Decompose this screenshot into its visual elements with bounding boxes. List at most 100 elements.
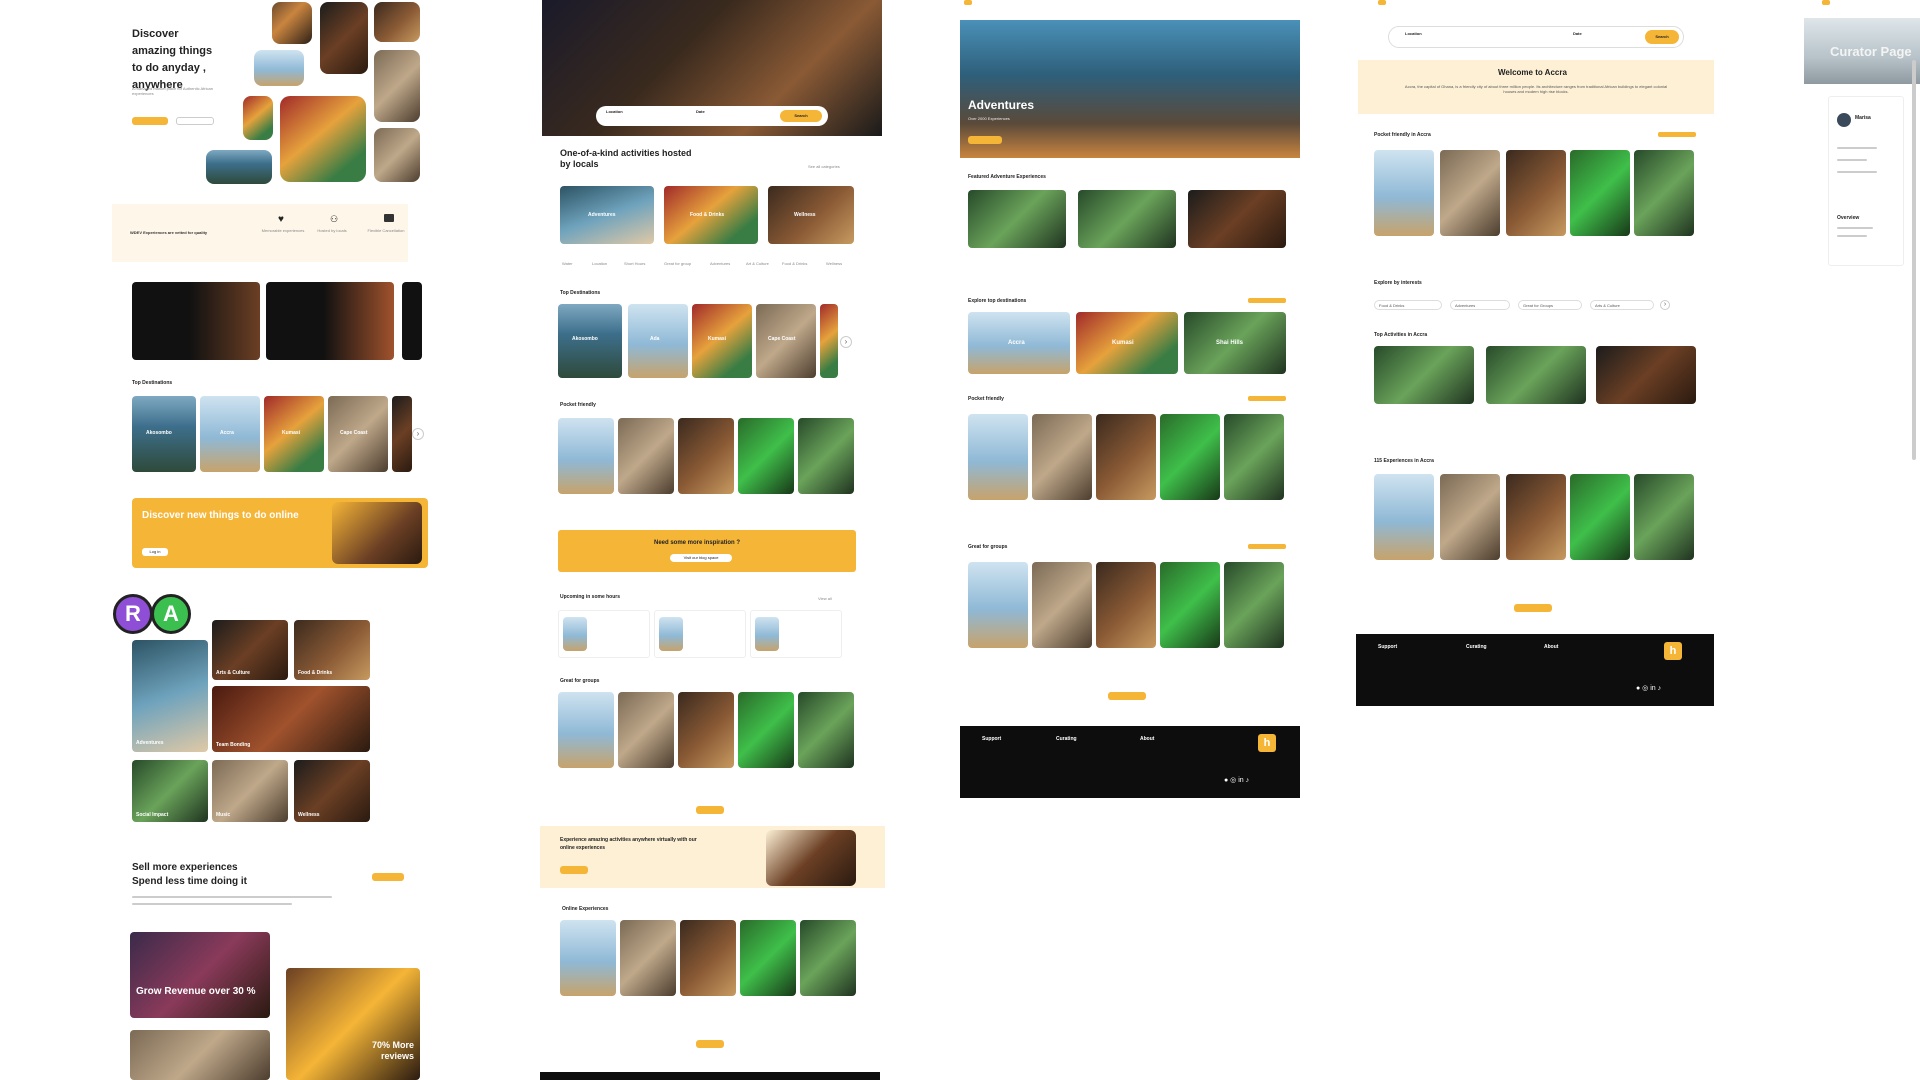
scrollbar[interactable] bbox=[1912, 60, 1916, 460]
experience-card-image[interactable] bbox=[1506, 150, 1566, 236]
promo-card[interactable] bbox=[266, 282, 394, 360]
groups-see-all[interactable] bbox=[1248, 544, 1286, 549]
filter-chip[interactable]: Art & Culture bbox=[746, 261, 769, 266]
destination-card[interactable] bbox=[392, 396, 412, 472]
destination-card[interactable]: Kumasi bbox=[692, 304, 752, 378]
load-more-button[interactable] bbox=[1108, 692, 1146, 700]
chevron-right-icon[interactable]: › bbox=[412, 428, 424, 440]
destination-card[interactable]: Akosombo bbox=[132, 396, 196, 472]
experience-card-image[interactable] bbox=[1160, 414, 1220, 500]
experience-card-image[interactable] bbox=[800, 920, 856, 996]
experience-card-image[interactable] bbox=[1440, 474, 1500, 560]
social-icons[interactable]: ● ◎ in ♪ bbox=[1224, 776, 1249, 784]
experience-card-image[interactable] bbox=[968, 414, 1028, 500]
filter-chip[interactable]: Food & Drinks bbox=[782, 261, 807, 266]
interest-chip[interactable]: Adventures bbox=[1450, 300, 1510, 310]
destination-card[interactable]: Cape Coast bbox=[328, 396, 388, 472]
experience-card-image[interactable] bbox=[1634, 474, 1694, 560]
chevron-right-icon[interactable]: › bbox=[1660, 300, 1670, 310]
experience-card-image[interactable] bbox=[1634, 150, 1694, 236]
logo-icon[interactable] bbox=[1822, 0, 1830, 5]
load-more-button[interactable] bbox=[1514, 604, 1552, 612]
interest-card[interactable]: Team Bonding bbox=[212, 686, 370, 752]
logo-icon[interactable] bbox=[964, 0, 972, 5]
explore-see-all[interactable] bbox=[1248, 298, 1286, 303]
upcoming-card[interactable] bbox=[654, 610, 746, 658]
experience-card-image[interactable] bbox=[798, 418, 854, 494]
destination-card[interactable]: Cape Coast bbox=[756, 304, 816, 378]
filter-chip[interactable]: Adventures bbox=[710, 261, 730, 266]
load-more-button[interactable] bbox=[696, 1040, 724, 1048]
hero-button[interactable] bbox=[968, 136, 1002, 144]
destination-card[interactable]: Shai Hills bbox=[1184, 312, 1286, 374]
featured-card-image[interactable] bbox=[1596, 346, 1696, 404]
featured-card-image[interactable] bbox=[1486, 346, 1586, 404]
experience-card-image[interactable] bbox=[1570, 150, 1630, 236]
experience-card-image[interactable] bbox=[678, 418, 734, 494]
interest-chip[interactable]: Food & Drinks bbox=[1374, 300, 1442, 310]
featured-card-image[interactable] bbox=[1374, 346, 1474, 404]
filter-chip[interactable]: Wellness bbox=[826, 261, 842, 266]
destination-card[interactable]: Accra bbox=[968, 312, 1070, 374]
interest-card[interactable]: Food & Drinks bbox=[294, 620, 370, 680]
interest-chip[interactable]: Arts & Culture bbox=[1590, 300, 1654, 310]
experience-card-image[interactable] bbox=[1160, 562, 1220, 648]
experience-card-image[interactable] bbox=[798, 692, 854, 768]
experience-card-image[interactable] bbox=[1096, 414, 1156, 500]
search-bar[interactable]: Location Date Search bbox=[596, 106, 828, 126]
upcoming-card[interactable] bbox=[558, 610, 650, 658]
destination-card[interactable]: Akosombo bbox=[558, 304, 622, 378]
chevron-right-icon[interactable]: › bbox=[840, 336, 852, 348]
experience-card-image[interactable] bbox=[558, 692, 614, 768]
upcoming-card[interactable] bbox=[750, 610, 842, 658]
interest-card[interactable]: Adventures bbox=[132, 640, 208, 752]
featured-card-image[interactable] bbox=[968, 190, 1066, 248]
view-all-link[interactable]: View all bbox=[818, 596, 832, 601]
experience-card-image[interactable] bbox=[738, 418, 794, 494]
load-more-button[interactable] bbox=[696, 806, 724, 814]
social-icons[interactable]: ● ◎ in ♪ bbox=[1636, 684, 1661, 692]
featured-card-image[interactable] bbox=[1078, 190, 1176, 248]
experience-card-image[interactable] bbox=[1096, 562, 1156, 648]
experience-card-image[interactable] bbox=[1224, 562, 1284, 648]
interest-chip[interactable]: Great for Groups bbox=[1518, 300, 1582, 310]
hero-secondary-button[interactable] bbox=[176, 117, 214, 125]
experience-card-image[interactable] bbox=[1374, 474, 1434, 560]
pocket-see-all[interactable] bbox=[1248, 396, 1286, 401]
avatar-r[interactable]: R bbox=[113, 594, 153, 634]
filter-chip[interactable]: Water bbox=[562, 261, 573, 266]
experience-card-image[interactable] bbox=[678, 692, 734, 768]
destination-card[interactable]: Kumasi bbox=[1076, 312, 1178, 374]
filter-chip[interactable]: Location bbox=[592, 261, 607, 266]
experience-card-image[interactable] bbox=[740, 920, 796, 996]
destination-card[interactable]: Kumasi bbox=[264, 396, 324, 472]
experience-card-image[interactable] bbox=[1032, 562, 1092, 648]
promo-card[interactable] bbox=[132, 282, 260, 360]
experience-card-image[interactable] bbox=[738, 692, 794, 768]
experience-card-image[interactable] bbox=[1570, 474, 1630, 560]
filter-chip[interactable]: Short Hours bbox=[624, 261, 645, 266]
avatar-a[interactable]: A bbox=[151, 594, 191, 634]
experience-card-image[interactable] bbox=[1224, 414, 1284, 500]
filter-chip[interactable]: Great for group bbox=[664, 261, 691, 266]
experience-card-image[interactable] bbox=[1506, 474, 1566, 560]
experience-card-image[interactable] bbox=[1032, 414, 1092, 500]
search-button[interactable]: Search bbox=[1645, 30, 1679, 44]
experience-card-image[interactable] bbox=[620, 920, 676, 996]
search-button[interactable]: Search bbox=[780, 110, 822, 122]
see-all-link[interactable]: See all categories bbox=[808, 164, 840, 169]
experience-card-image[interactable] bbox=[618, 692, 674, 768]
category-card[interactable]: Food & Drinks bbox=[664, 186, 758, 244]
experience-card-image[interactable] bbox=[618, 418, 674, 494]
sell-learn-more-button[interactable] bbox=[372, 873, 404, 881]
logo-icon[interactable] bbox=[1378, 0, 1386, 5]
interest-card[interactable]: Wellness bbox=[294, 760, 370, 822]
category-card[interactable]: Wellness bbox=[768, 186, 854, 244]
interest-card[interactable]: Social Impact bbox=[132, 760, 208, 822]
destination-card[interactable] bbox=[820, 304, 838, 378]
promo-card[interactable] bbox=[402, 282, 422, 360]
experience-card-image[interactable] bbox=[680, 920, 736, 996]
experience-card-image[interactable] bbox=[558, 418, 614, 494]
experience-card-image[interactable] bbox=[560, 920, 616, 996]
destination-card[interactable]: Ada bbox=[628, 304, 688, 378]
